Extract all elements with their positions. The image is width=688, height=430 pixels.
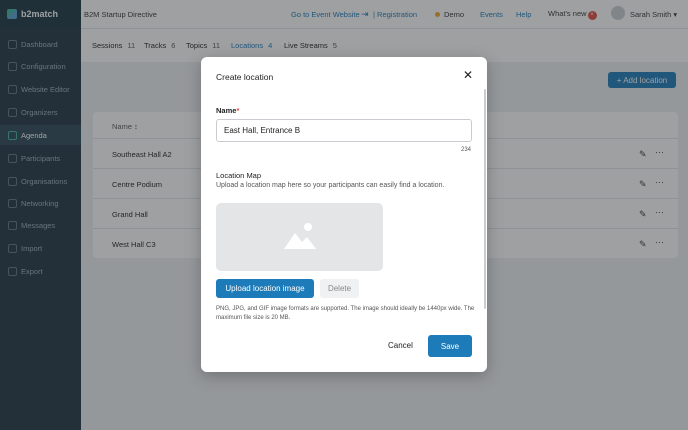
location-map-hint: Upload a location map here so your parti… <box>216 182 445 189</box>
name-label-text: Name <box>216 106 237 115</box>
character-counter: 234 <box>461 147 472 153</box>
delete-image-button[interactable]: Delete <box>320 279 359 298</box>
location-name-input[interactable] <box>216 119 472 142</box>
dialog-scrollbar[interactable] <box>484 89 486 309</box>
create-location-dialog: Create location ✕ Name* 234 Location Map… <box>201 57 487 372</box>
close-icon[interactable]: ✕ <box>462 69 474 81</box>
name-field-label: Name* <box>216 106 239 115</box>
cancel-button[interactable]: Cancel <box>388 341 413 350</box>
image-placeholder <box>216 203 383 271</box>
required-marker: * <box>236 106 240 115</box>
save-button[interactable]: Save <box>428 335 472 357</box>
image-icon <box>284 223 316 249</box>
dialog-title: Create location <box>216 72 274 82</box>
location-map-title: Location Map <box>216 171 262 180</box>
image-format-note: PNG, JPG, and GIF image formats are supp… <box>216 306 475 321</box>
upload-location-image-button[interactable]: Upload location image <box>216 279 314 298</box>
